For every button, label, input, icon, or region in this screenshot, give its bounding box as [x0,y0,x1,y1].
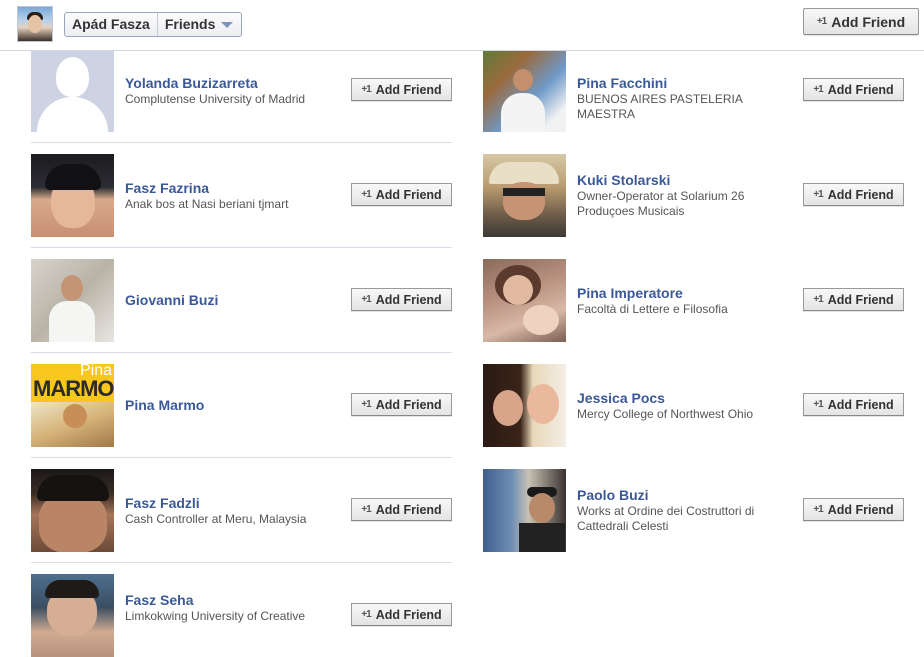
add-friend-icon: +1 [361,399,371,410]
row-divider [31,247,452,248]
friend-name[interactable]: Pina Marmo [125,397,204,413]
row-divider [31,352,452,353]
add-friend-icon: +1 [361,294,371,305]
add-friend-button[interactable]: +1 Add Friend [803,183,904,206]
silhouette-head [56,57,89,97]
add-friend-button[interactable]: +1 Add Friend [351,78,452,101]
add-friend-icon: +1 [813,84,823,95]
profile-avatar[interactable] [17,6,53,42]
add-friend-button[interactable]: +1 Add Friend [803,78,904,101]
add-friend-icon: +1 [813,504,823,515]
friend-photo[interactable] [31,469,114,552]
friend-subtitle: Works at Ordine dei Costruttori di Catte… [577,504,755,533]
friend-subtitle: Mercy College of Northwest Ohio [577,407,754,421]
add-friend-icon: +1 [361,504,371,515]
friend-subtitle: Complutense University of Madrid [125,92,306,106]
add-friend-label: Add Friend [827,292,894,307]
friend-name[interactable]: Pina Imperatore [577,285,683,301]
add-friend-button[interactable]: +1 Add Friend [351,288,452,311]
friend-photo[interactable] [31,574,114,657]
add-friend-button[interactable]: +1 Add Friend [803,288,904,311]
chevron-down-icon [221,22,234,28]
row-divider [31,562,452,563]
friend-name[interactable]: Pina Facchini [577,75,667,91]
add-friend-label: Add Friend [827,187,894,202]
friend-photo[interactable] [483,49,566,132]
add-friend-label: Add Friend [827,397,894,412]
add-friend-button[interactable]: +1 Add Friend [803,393,904,416]
breadcrumb-section-dropdown[interactable]: Friends [158,13,242,36]
friend-photo[interactable] [483,469,566,552]
add-friend-label: Add Friend [375,502,442,517]
silhouette-body [37,97,108,132]
friend-name[interactable]: Paolo Buzi [577,487,649,503]
friend-name[interactable]: Fasz Fadzli [125,495,200,511]
breadcrumb: Apád Fasza Friends [64,12,243,37]
add-friend-button[interactable]: +1 Add Friend [351,603,452,626]
add-friend-icon: +1 [361,84,371,95]
breadcrumb-section-label: Friends [164,16,216,32]
friend-photo[interactable] [483,364,566,447]
friend-photo[interactable]: Pina MARMO [31,364,114,447]
add-friend-icon: +1 [361,609,371,620]
add-friend-button[interactable]: +1 Add Friend [351,498,452,521]
add-friend-button[interactable]: +1 Add Friend [803,498,904,521]
add-friend-label: Add Friend [375,82,442,97]
friend-name[interactable]: Jessica Pocs [577,390,665,406]
avatar-face [28,15,42,33]
friend-name[interactable]: Kuki Stolarski [577,172,670,188]
row-divider [31,142,452,143]
friend-photo[interactable] [31,259,114,342]
friend-subtitle: Facoltà di Lettere e Filosofia [577,302,728,316]
friend-photo[interactable] [483,259,566,342]
add-friend-icon: +1 [361,189,371,200]
top-bar: Apád Fasza Friends +1 Add Friend [0,0,924,51]
friend-name[interactable]: Giovanni Buzi [125,292,218,308]
friend-subtitle: Anak bos at Nasi beriani tjmart [125,197,289,211]
add-friend-icon: +1 [813,399,823,410]
add-friend-icon: +1 [813,294,823,305]
photo-text-line2: MARMO [33,376,114,401]
add-friend-button-top[interactable]: +1 Add Friend [803,8,919,35]
friend-name[interactable]: Fasz Fazrina [125,180,209,196]
friend-photo[interactable] [31,154,114,237]
add-friend-label: Add Friend [831,13,906,30]
friend-subtitle: Cash Controller at Meru, Malaysia [125,512,307,526]
friend-subtitle: Owner-Operator at Solarium 26 Produçoes … [577,189,745,218]
add-friend-label: Add Friend [375,187,442,202]
friend-photo[interactable] [483,154,566,237]
add-friend-button[interactable]: +1 Add Friend [351,183,452,206]
row-divider [31,457,452,458]
add-friend-icon: +1 [813,189,823,200]
friend-name[interactable]: Yolanda Buzizarreta [125,75,258,91]
friend-photo[interactable] [31,49,114,132]
add-friend-label: Add Friend [375,397,442,412]
add-friend-label: Add Friend [827,82,894,97]
add-friend-label: Add Friend [375,292,442,307]
add-friend-icon: +1 [816,16,827,27]
friend-subtitle: BUENOS AIRES PASTELERIA MAESTRA [577,92,743,121]
breadcrumb-profile-name[interactable]: Apád Fasza [65,13,158,36]
add-friend-label: Add Friend [375,607,442,622]
add-friend-label: Add Friend [827,502,894,517]
friend-name[interactable]: Fasz Seha [125,592,193,608]
add-friend-button[interactable]: +1 Add Friend [351,393,452,416]
